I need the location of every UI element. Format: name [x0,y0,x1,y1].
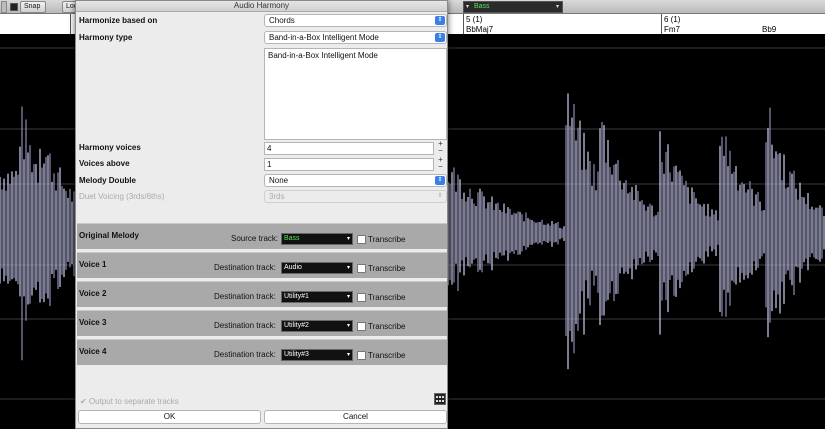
destination-track-dropdown[interactable]: Utility#1 ▾ [281,291,353,303]
transcribe-label: Transcribe [368,235,406,244]
track-value: Utility#1 [284,293,309,300]
destination-track-dropdown[interactable]: Utility#3 ▾ [281,349,353,361]
chevron-down-icon: ▾ [346,352,350,358]
updown-arrows-icon: ⇕ [435,16,445,25]
duet-voicing-label: Duet Voicing (3rds/6ths) [79,192,165,201]
track-select-dropdown[interactable]: ▾ Bass ▾ [463,1,563,13]
track-select-label: Bass [474,3,490,10]
source-track-label: Source track: [231,234,279,243]
harmonize-based-on-select[interactable]: Chords ⇕ [264,14,447,27]
chord-symbol: Fm7 [664,25,680,34]
transcribe-checkbox[interactable] [357,351,366,360]
harmony-voices-input[interactable]: 4 [264,142,434,155]
dialog-title: Audio Harmony [76,1,447,12]
track-value: Utility#3 [284,351,309,358]
row-name: Original Melody [79,231,140,240]
ok-button[interactable]: OK [78,410,261,424]
voice-4-row: Voice 4 Destination track: Utility#3 ▾ Tr… [77,339,447,365]
snap-checkbox[interactable] [10,3,18,11]
transcribe-checkbox[interactable] [357,293,366,302]
destination-track-dropdown[interactable]: Utility#2 ▾ [281,320,353,332]
chevron-down-icon: ▾ [555,4,559,10]
chord-symbol: Bb9 [762,25,777,34]
chevron-down-icon: ▾ [346,294,350,300]
melody-double-label: Melody Double [79,176,136,185]
transcribe-checkbox[interactable] [357,264,366,273]
output-separate-tracks-option[interactable]: ✔ Output to separate tracks [80,397,179,406]
transcribe-label: Transcribe [368,322,406,331]
track-value: Bass [284,235,300,242]
track-value: Utility#2 [284,322,309,329]
harmony-type-label: Harmony type [79,33,133,42]
chord-symbol: BbMaj7 [466,25,494,34]
output-separate-label: Output to separate tracks [88,397,179,406]
destination-track-label: Destination track: [214,350,276,359]
chevron-down-icon: ▾ [346,236,350,242]
voices-above-stepper[interactable]: + − [435,156,446,171]
cancel-button[interactable]: Cancel [264,410,447,424]
transcribe-label: Transcribe [368,293,406,302]
toolbar-scroll-handle[interactable] [1,1,7,13]
bar-number: 5 (1) [466,15,483,24]
transcribe-checkbox[interactable] [357,322,366,331]
harmony-type-select[interactable]: Band-in-a-Box Intelligent Mode ⇕ [264,31,447,44]
chevron-down-icon: ▾ [346,265,350,271]
melody-double-select[interactable]: None ⇕ [264,174,447,187]
audio-harmony-dialog: Audio Harmony Harmonize based on Chords … [75,0,448,429]
updown-arrows-icon: ⇕ [437,193,443,199]
row-name: Voice 2 [79,289,107,298]
mode-description-box: Band-in-a-Box Intelligent Mode [264,48,447,140]
bar-marker [70,14,71,34]
transcribe-label: Transcribe [368,351,406,360]
voice-3-row: Voice 3 Destination track: Utility#2 ▾ Tr… [77,310,447,336]
track-value: Audio [284,264,302,271]
transcribe-label: Transcribe [368,264,406,273]
bar-number: 6 (1) [664,15,681,24]
snap-button[interactable]: Snap [20,1,46,13]
transcribe-checkbox[interactable] [357,235,366,244]
grid-icon[interactable] [434,393,446,405]
duet-voicing-select[interactable]: 3rds ⇕ [264,190,447,203]
bar-marker [661,14,662,34]
voice-2-row: Voice 2 Destination track: Utility#1 ▾ Tr… [77,281,447,307]
original-melody-row: Original Melody Source track: Bass ▾ Tran… [77,223,447,249]
updown-arrows-icon: ⇕ [435,176,445,185]
harmony-voices-label: Harmony voices [79,143,141,152]
harmony-type-value: Band-in-a-Box Intelligent Mode [269,33,379,42]
mode-description-text: Band-in-a-Box Intelligent Mode [268,51,378,60]
voice-1-row: Voice 1 Destination track: Audio ▾ Transc… [77,252,447,278]
harmony-voices-stepper[interactable]: + − [435,140,446,155]
row-name: Voice 1 [79,260,107,269]
bar-marker [463,14,464,34]
row-name: Voice 3 [79,318,107,327]
harmonize-label: Harmonize based on [79,16,158,25]
source-track-dropdown[interactable]: Bass ▾ [281,233,353,245]
row-name: Voice 4 [79,347,107,356]
updown-arrows-icon: ⇕ [435,33,445,42]
voices-above-label: Voices above [79,159,130,168]
check-icon: ✔ [80,397,87,406]
duet-voicing-value: 3rds [269,192,285,201]
destination-track-dropdown[interactable]: Audio ▾ [281,262,353,274]
chevron-down-icon: ▾ [346,323,350,329]
caret-icon: ▾ [466,4,470,10]
destination-track-label: Destination track: [214,263,276,272]
harmonize-value: Chords [269,16,295,25]
voices-above-input[interactable]: 1 [264,158,434,171]
destination-track-label: Destination track: [214,321,276,330]
melody-double-value: None [269,176,289,185]
destination-track-label: Destination track: [214,292,276,301]
